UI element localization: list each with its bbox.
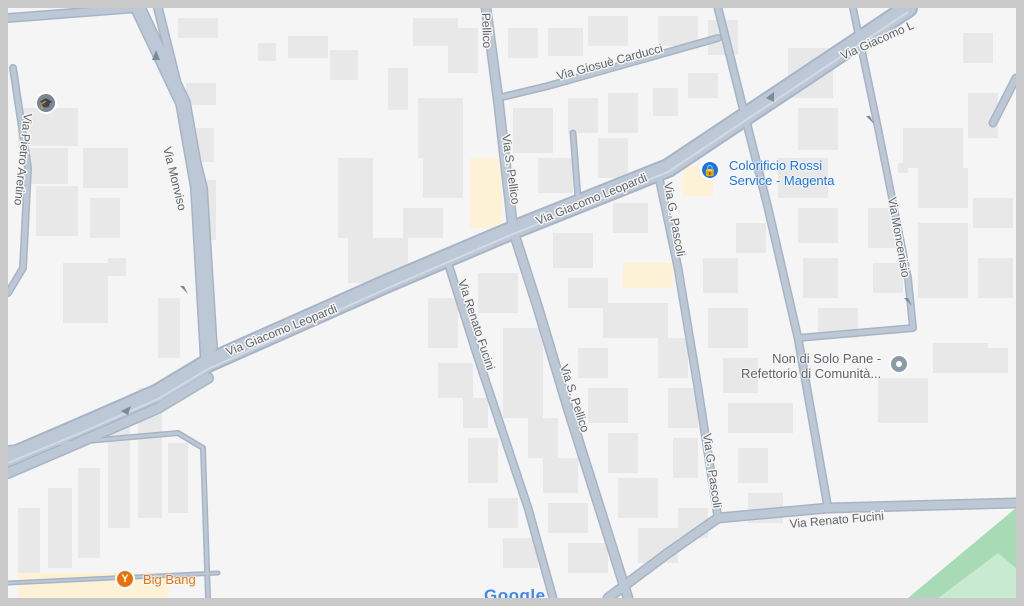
- non-di-solo-pane-line1: Non di Solo Pane -: [772, 351, 882, 366]
- school-marker[interactable]: 🎓: [35, 92, 57, 114]
- colorificio-marker[interactable]: 🔒: [700, 160, 720, 180]
- big-bang-marker[interactable]: Y: [115, 569, 135, 589]
- street-label-via-s-pellico-top: Pellico: [479, 13, 494, 49]
- school-icon: 🎓: [39, 97, 53, 110]
- colorificio-label[interactable]: Colorificio Rossi Service - Magenta: [729, 158, 835, 188]
- non-di-solo-pane-marker[interactable]: [889, 354, 909, 374]
- non-di-solo-pane-label[interactable]: Non di Solo Pane - Refettorio di Comunit…: [741, 351, 881, 381]
- non-di-solo-pane-line2: Refettorio di Comunità...: [741, 366, 882, 381]
- colorificio-name-line2: Service - Magenta: [729, 173, 835, 188]
- big-bang-label[interactable]: Big Bang: [143, 572, 196, 587]
- shopping-bag-icon: 🔒: [703, 164, 717, 177]
- google-logo[interactable]: Google: [484, 586, 546, 598]
- cocktail-icon: Y: [121, 573, 129, 585]
- map-viewport[interactable]: Via Giacomo Leopardi Via Giacomo Leopard…: [8, 8, 1016, 598]
- colorificio-name-line1: Colorificio Rossi: [729, 158, 823, 173]
- place-marker-icon: [896, 361, 902, 367]
- google-logo-text: Google: [484, 586, 546, 598]
- map-canvas[interactable]: Via Giacomo Leopardi Via Giacomo Leopard…: [8, 8, 1016, 598]
